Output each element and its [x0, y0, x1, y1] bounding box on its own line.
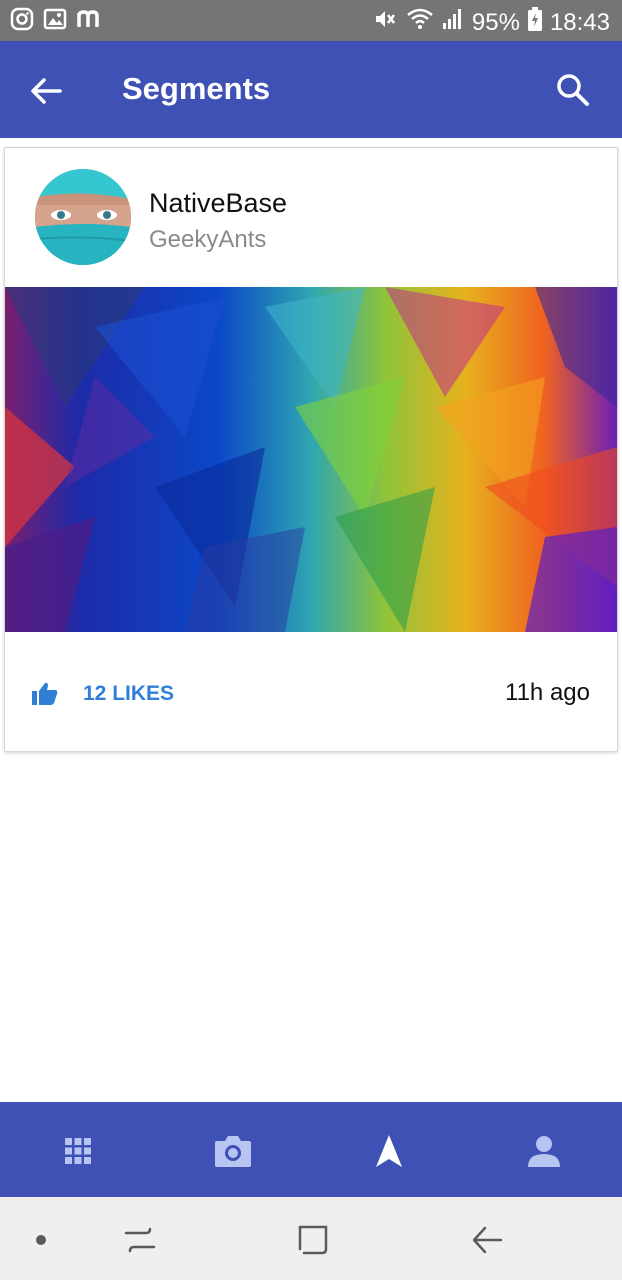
- recents-icon[interactable]: [124, 1223, 156, 1255]
- likes-button[interactable]: 12 LIKES: [31, 677, 174, 711]
- signal-icon: [442, 7, 464, 38]
- status-bar: 95% 18:43: [0, 0, 622, 41]
- tab-camera[interactable]: [210, 1128, 256, 1174]
- person-icon: [528, 1136, 560, 1167]
- card-image[interactable]: [5, 287, 617, 632]
- back-icon[interactable]: [470, 1223, 504, 1257]
- post-card: NativeBase GeekyAnts 12 LIKES 11h ago: [4, 147, 618, 752]
- footer-tab-bar: [0, 1102, 622, 1197]
- battery-percent: 95%: [471, 8, 520, 36]
- thumbs-up-icon: [32, 682, 58, 705]
- apps-grid-icon: [65, 1138, 91, 1164]
- card-subtitle: GeekyAnts: [149, 226, 267, 253]
- time-ago: 11h ago: [505, 679, 590, 706]
- navigate-icon: [376, 1135, 402, 1167]
- search-icon: [557, 74, 589, 106]
- instagram-icon: [10, 7, 34, 36]
- system-nav-bar: [0, 1197, 622, 1280]
- tab-apps[interactable]: [55, 1128, 101, 1174]
- tab-navigate[interactable]: [366, 1128, 412, 1174]
- clock: 18:43: [549, 8, 610, 36]
- battery-icon: [527, 7, 542, 38]
- tab-person[interactable]: [521, 1128, 567, 1174]
- search-button[interactable]: [552, 69, 594, 111]
- likes-label: 12 LIKES: [83, 682, 175, 705]
- home-icon[interactable]: [296, 1223, 330, 1257]
- m-icon: [76, 7, 102, 36]
- back-button[interactable]: [26, 71, 66, 111]
- gallery-icon: [43, 7, 67, 36]
- app-header: Segments: [0, 41, 622, 138]
- avatar[interactable]: [35, 169, 131, 265]
- wifi-icon: [406, 6, 434, 39]
- status-left-icons: [10, 7, 102, 36]
- status-right-icons: 95% 18:43: [372, 6, 610, 39]
- dot-icon[interactable]: [34, 1233, 48, 1247]
- camera-icon: [215, 1136, 251, 1167]
- page-title: Segments: [122, 71, 271, 106]
- arrow-left-icon: [31, 78, 62, 104]
- card-title: NativeBase: [149, 188, 288, 218]
- mute-icon: [372, 6, 398, 39]
